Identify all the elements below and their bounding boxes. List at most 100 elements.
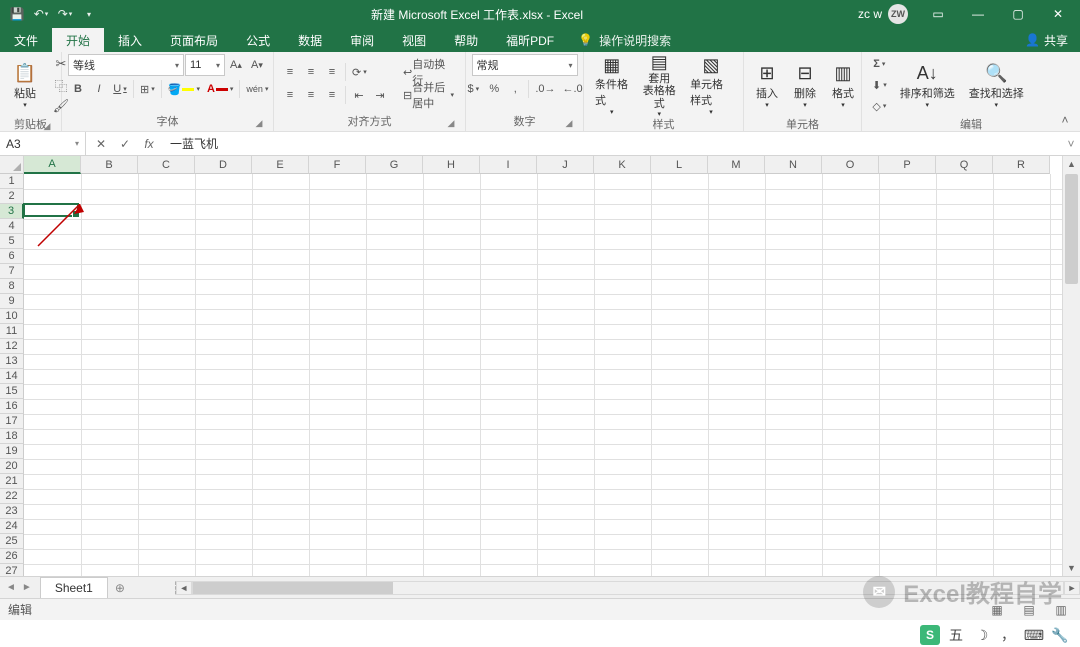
name-box-dropdown-icon[interactable]: ▾ (75, 139, 79, 148)
align-middle-button[interactable]: ≡ (301, 62, 321, 82)
decrease-indent-button[interactable]: ⇤ (349, 85, 369, 105)
row-header[interactable]: 6 (0, 249, 24, 264)
row-header[interactable]: 13 (0, 354, 24, 369)
increase-indent-button[interactable]: ⇥ (370, 85, 390, 105)
column-header[interactable]: J (537, 156, 594, 174)
new-sheet-button[interactable]: ⊕ (108, 577, 132, 598)
column-header[interactable]: M (708, 156, 765, 174)
tell-me-search[interactable]: 💡 操作说明搜索 (568, 28, 681, 52)
view-page-layout-button[interactable]: ▤ (1018, 601, 1040, 619)
tab-file[interactable]: 文件 (0, 28, 52, 52)
align-top-button[interactable]: ≡ (280, 62, 300, 82)
row-header[interactable]: 10 (0, 309, 24, 324)
sheet-nav-prev-icon[interactable]: ◄ (6, 582, 16, 593)
row-header[interactable]: 14 (0, 369, 24, 384)
scroll-up-icon[interactable]: ▲ (1063, 156, 1080, 172)
column-header[interactable]: F (309, 156, 366, 174)
sheet-tab-active[interactable]: Sheet1 (40, 577, 108, 598)
align-left-button[interactable]: ≡ (280, 85, 300, 105)
horizontal-scroll-thumb[interactable] (193, 582, 393, 594)
column-header[interactable]: B (81, 156, 138, 174)
tab-home[interactable]: 开始 (52, 28, 104, 52)
insert-cells-button[interactable]: ⊞插入▾ (750, 54, 784, 116)
align-bottom-button[interactable]: ≡ (322, 62, 342, 82)
row-header[interactable]: 25 (0, 534, 24, 549)
percent-button[interactable]: % (484, 79, 504, 99)
select-all-button[interactable] (0, 156, 24, 174)
row-header[interactable]: 17 (0, 414, 24, 429)
column-header[interactable]: Q (936, 156, 993, 174)
format-cells-button[interactable]: ▥格式▾ (826, 54, 860, 116)
scroll-down-icon[interactable]: ▼ (1063, 560, 1080, 576)
font-launcher-icon[interactable]: ◢ (253, 117, 265, 129)
row-header[interactable]: 1 (0, 174, 24, 189)
collapse-ribbon-icon[interactable]: ˄ (1056, 111, 1074, 129)
window-minimize-icon[interactable]: — (958, 0, 998, 28)
ime-toolbar[interactable]: S 五 ☽ ， ⌨ 🔧 (920, 625, 1070, 645)
vertical-scroll-thumb[interactable] (1065, 174, 1078, 284)
row-header[interactable]: 22 (0, 489, 24, 504)
window-restore-icon[interactable]: ▢ (998, 0, 1038, 28)
ime-char-button[interactable]: 五 (946, 625, 966, 645)
tab-review[interactable]: 审阅 (336, 28, 388, 52)
border-button[interactable]: ⊞▾ (137, 79, 158, 99)
row-header[interactable]: 9 (0, 294, 24, 309)
tab-foxit-pdf[interactable]: 福昕PDF (492, 28, 568, 52)
column-header[interactable]: L (651, 156, 708, 174)
enter-formula-button[interactable]: ✓ (114, 134, 136, 154)
row-header[interactable]: 12 (0, 339, 24, 354)
column-header[interactable]: E (252, 156, 309, 174)
decrease-decimal-button[interactable]: ←.0 (560, 79, 586, 99)
conditional-format-button[interactable]: ▦条件格式▾ (590, 54, 634, 116)
row-header[interactable]: 24 (0, 519, 24, 534)
qat-customize-icon[interactable]: ▾ (78, 3, 100, 25)
comma-button[interactable]: , (505, 79, 525, 99)
sort-filter-button[interactable]: A↓排序和筛选▾ (895, 54, 960, 116)
delete-cells-button[interactable]: ⊟删除▾ (788, 54, 822, 116)
ribbon-display-options-icon[interactable]: ▭ (918, 0, 958, 28)
tab-formulas[interactable]: 公式 (232, 28, 284, 52)
view-normal-button[interactable]: ▦ (986, 601, 1008, 619)
sheet-nav-next-icon[interactable]: ► (22, 582, 32, 593)
increase-font-button[interactable]: A▴ (226, 55, 246, 75)
cell-styles-button[interactable]: ▧单元格样式▾ (685, 54, 737, 116)
paste-button[interactable]: 📋 粘贴 ▾ (6, 54, 44, 116)
row-header[interactable]: 15 (0, 384, 24, 399)
find-select-button[interactable]: 🔍查找和选择▾ (964, 54, 1029, 116)
row-header[interactable]: 18 (0, 429, 24, 444)
view-page-break-button[interactable]: ▥ (1050, 601, 1072, 619)
column-header[interactable]: H (423, 156, 480, 174)
column-header[interactable]: A (24, 156, 81, 174)
bold-button[interactable]: B (68, 79, 88, 99)
row-header[interactable]: 19 (0, 444, 24, 459)
row-header[interactable]: 27 (0, 564, 24, 576)
row-header[interactable]: 26 (0, 549, 24, 564)
cancel-formula-button[interactable]: ✕ (90, 134, 112, 154)
align-right-button[interactable]: ≡ (322, 85, 342, 105)
row-header[interactable]: 23 (0, 504, 24, 519)
insert-function-button[interactable]: fx (138, 134, 160, 154)
ime-engine-button[interactable]: S (920, 625, 940, 645)
account-button[interactable]: zc w ZW (848, 4, 918, 24)
row-header[interactable]: 5 (0, 234, 24, 249)
column-header[interactable]: P (879, 156, 936, 174)
column-header[interactable]: O (822, 156, 879, 174)
window-close-icon[interactable]: ✕ (1038, 0, 1078, 28)
fill-color-button[interactable]: 🪣▾ (165, 79, 203, 99)
row-header[interactable]: 4 (0, 219, 24, 234)
column-header[interactable]: I (480, 156, 537, 174)
row-header[interactable]: 21 (0, 474, 24, 489)
ime-keyboard-icon[interactable]: ⌨ (1024, 625, 1044, 645)
phonetic-button[interactable]: wén▾ (243, 79, 271, 99)
hscroll-right-icon[interactable]: ► (1064, 581, 1080, 595)
clipboard-launcher-icon[interactable]: ◢ (41, 120, 53, 132)
align-center-button[interactable]: ≡ (301, 85, 321, 105)
horizontal-scrollbar[interactable] (192, 581, 1064, 595)
column-header[interactable]: K (594, 156, 651, 174)
tab-help[interactable]: 帮助 (440, 28, 492, 52)
font-name-combo[interactable]: 等线▾ (68, 54, 184, 76)
column-header[interactable]: N (765, 156, 822, 174)
row-header[interactable]: 20 (0, 459, 24, 474)
ime-settings-icon[interactable]: 🔧 (1050, 625, 1070, 645)
clear-button[interactable]: ◇▾ (868, 96, 891, 116)
